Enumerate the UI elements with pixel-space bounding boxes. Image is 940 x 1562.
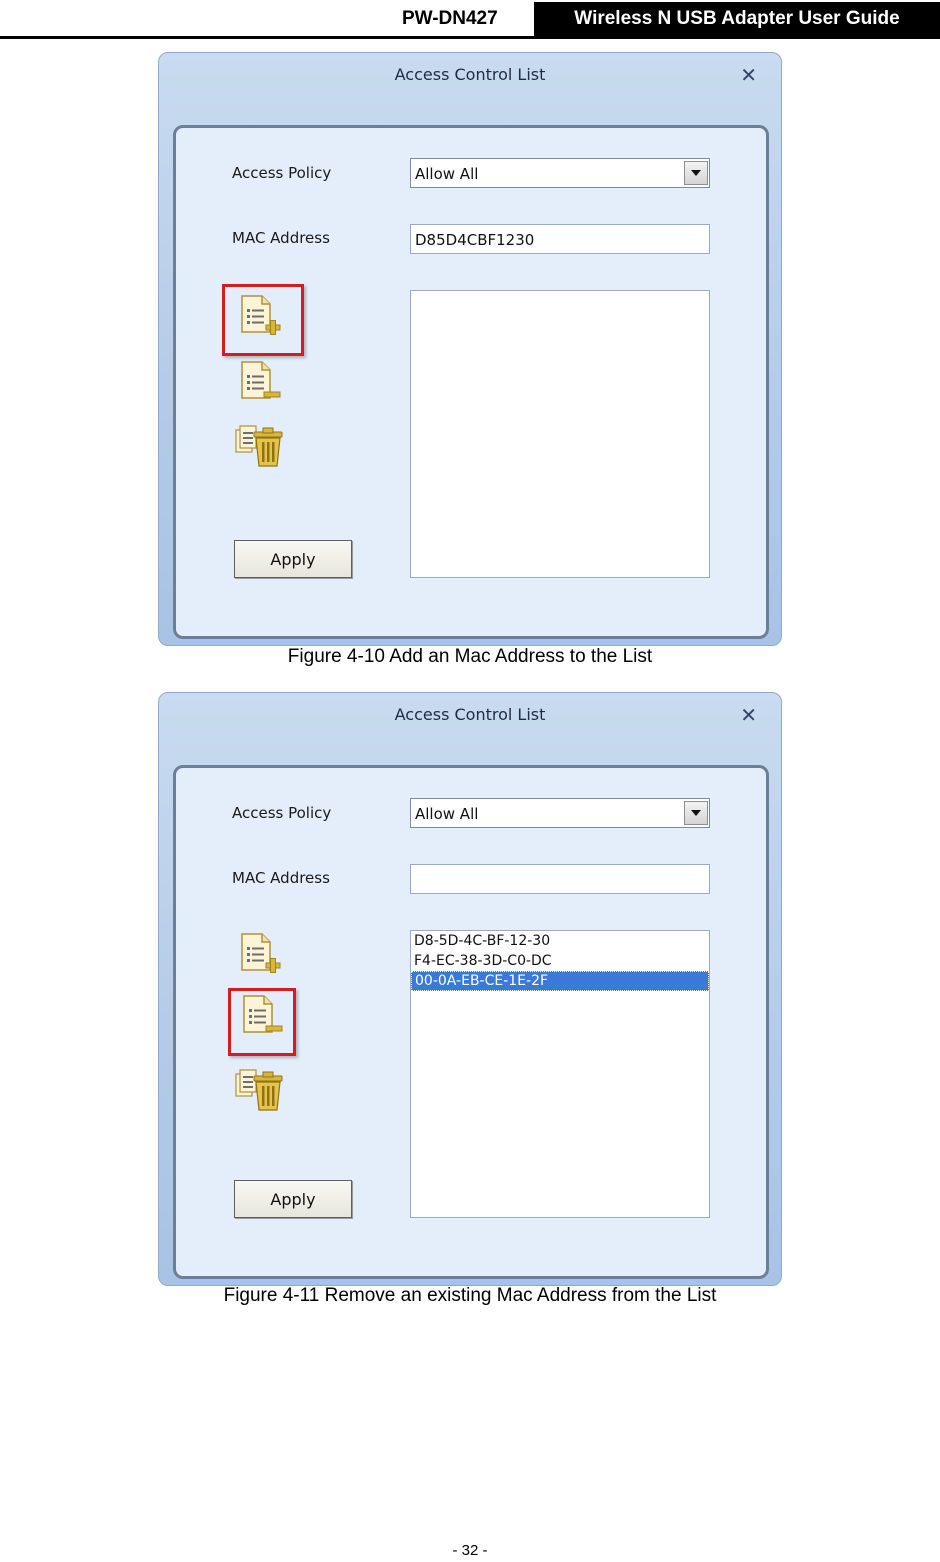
add-entry-icon <box>241 933 281 973</box>
trash-icon <box>235 1069 283 1111</box>
add-entry-button[interactable] <box>230 926 286 982</box>
access-policy-value: Allow All <box>415 805 479 823</box>
access-policy-value: Allow All <box>415 165 479 183</box>
mac-address-input[interactable] <box>410 864 710 894</box>
access-control-dialog-1: Access Control List ✕ Access Policy Allo… <box>158 52 782 646</box>
header-rule <box>0 36 940 39</box>
mac-address-label: MAC Address <box>232 869 330 887</box>
page-number: - 32 - <box>452 1542 488 1559</box>
list-item[interactable]: D8-5D-4C-BF-12-30 <box>411 931 709 951</box>
close-icon[interactable]: ✕ <box>740 63 757 87</box>
access-policy-select[interactable]: Allow All <box>410 798 710 828</box>
model-name: PW-DN427 <box>402 8 498 29</box>
close-icon[interactable]: ✕ <box>740 703 757 727</box>
chevron-down-icon[interactable] <box>684 801 708 825</box>
figure-caption-1: Figure 4-10 Add an Mac Address to the Li… <box>287 646 653 667</box>
mac-address-list[interactable] <box>410 290 710 578</box>
mac-address-label: MAC Address <box>232 229 330 247</box>
remove-entry-button[interactable] <box>230 354 286 410</box>
remove-entry-icon <box>243 995 283 1033</box>
list-item[interactable]: 00-0A-EB-CE-1E-2F <box>411 971 709 991</box>
mac-address-input[interactable]: D85D4CBF1230 <box>410 224 710 254</box>
access-policy-label: Access Policy <box>232 164 332 182</box>
chevron-down-icon[interactable] <box>684 161 708 185</box>
mac-address-list[interactable]: D8-5D-4C-BF-12-30 F4-EC-38-3D-C0-DC 00-0A-… <box>410 930 710 1218</box>
guide-title: Wireless N USB Adapter User Guide <box>534 2 940 36</box>
access-policy-select[interactable]: Allow All <box>410 158 710 188</box>
access-control-dialog-2: Access Control List ✕ Access Policy Allo… <box>158 692 782 1286</box>
remove-entry-icon <box>241 361 281 399</box>
apply-button[interactable]: Apply <box>234 540 352 578</box>
add-entry-button[interactable] <box>230 288 286 344</box>
dialog-title: Access Control List <box>394 705 546 724</box>
clear-all-button[interactable] <box>230 416 286 472</box>
figure-caption-2: Figure 4-11 Remove an existing Mac Addre… <box>223 1285 717 1306</box>
clear-all-button[interactable] <box>230 1060 286 1116</box>
access-policy-label: Access Policy <box>232 804 332 822</box>
dialog-panel: Access Policy Allow All MAC Address D85D… <box>173 125 769 639</box>
add-entry-icon <box>241 295 281 335</box>
dialog-title: Access Control List <box>394 65 546 84</box>
page-header: PW-DN427 Wireless N USB Adapter User Gui… <box>0 0 940 40</box>
remove-entry-button[interactable] <box>232 988 288 1044</box>
trash-icon <box>235 425 283 467</box>
apply-button[interactable]: Apply <box>234 1180 352 1218</box>
list-item[interactable]: F4-EC-38-3D-C0-DC <box>411 951 709 971</box>
dialog-panel: Access Policy Allow All MAC Address D8-5… <box>173 765 769 1279</box>
